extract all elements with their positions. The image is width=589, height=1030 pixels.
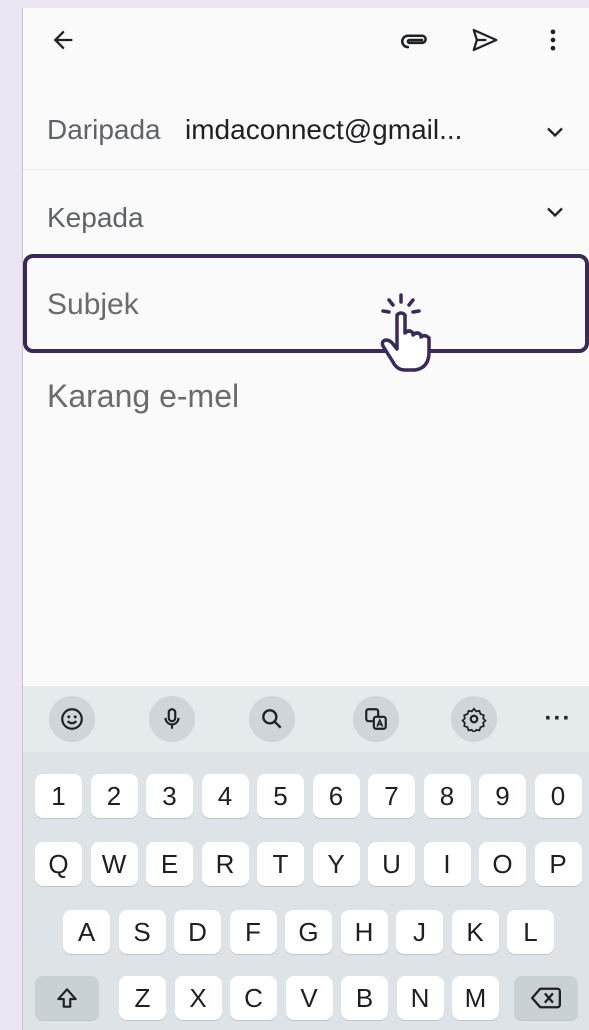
key-b[interactable]: B xyxy=(341,976,388,1020)
key-1[interactable]: 1 xyxy=(35,774,82,818)
from-row[interactable]: Daripada imdaconnect@gmail... xyxy=(23,94,589,170)
key-d[interactable]: D xyxy=(174,910,221,954)
chevron-down-icon[interactable] xyxy=(541,198,569,226)
key-8[interactable]: 8 xyxy=(423,774,471,818)
key-o[interactable]: O xyxy=(479,842,526,886)
on-screen-keyboard: ··· 1234567890 QWERTYUIOP ASDFGHJKL ZXCVBNM xyxy=(23,686,589,1030)
key-j[interactable]: J xyxy=(396,910,443,954)
key-3[interactable]: 3 xyxy=(146,774,193,818)
key-t[interactable]: T xyxy=(257,842,304,886)
more-horiz-icon[interactable]: ··· xyxy=(535,696,581,742)
key-x[interactable]: X xyxy=(174,976,222,1020)
to-label: Kepada xyxy=(47,202,144,233)
key-i[interactable]: I xyxy=(423,842,471,886)
key-w[interactable]: W xyxy=(90,842,138,886)
search-icon[interactable] xyxy=(249,696,295,742)
key-5[interactable]: 5 xyxy=(257,774,304,818)
send-icon[interactable] xyxy=(465,20,505,60)
key-7[interactable]: 7 xyxy=(368,774,415,818)
key-2[interactable]: 2 xyxy=(90,774,138,818)
backspace-key[interactable] xyxy=(514,976,578,1020)
key-6[interactable]: 6 xyxy=(312,774,360,818)
key-r[interactable]: R xyxy=(201,842,249,886)
key-c[interactable]: C xyxy=(230,976,277,1020)
key-m[interactable]: M xyxy=(452,976,499,1020)
shift-icon xyxy=(57,988,77,1008)
key-l[interactable]: L xyxy=(507,910,554,954)
tap-hand-icon xyxy=(380,293,431,372)
key-a[interactable]: A xyxy=(63,910,110,954)
key-f[interactable]: F xyxy=(229,910,277,954)
settings-icon[interactable] xyxy=(451,696,497,742)
compose-toolbar xyxy=(23,8,589,72)
key-q[interactable]: Q xyxy=(35,842,82,886)
to-row[interactable]: Kepada xyxy=(23,170,589,250)
arrow-left-icon[interactable] xyxy=(43,20,83,60)
body-placeholder[interactable]: Karang e-mel xyxy=(47,378,239,415)
chevron-down-icon[interactable] xyxy=(541,118,569,146)
key-9[interactable]: 9 xyxy=(479,774,526,818)
key-g[interactable]: G xyxy=(285,910,332,954)
keyboard-toolbar: ··· xyxy=(23,686,589,752)
from-label: Daripada xyxy=(47,114,161,145)
shift-key[interactable] xyxy=(35,976,99,1020)
key-n[interactable]: N xyxy=(396,976,444,1020)
more-vert-icon[interactable] xyxy=(533,20,573,60)
key-0[interactable]: 0 xyxy=(534,774,582,818)
key-z[interactable]: Z xyxy=(119,976,166,1020)
key-p[interactable]: P xyxy=(534,842,582,886)
key-4[interactable]: 4 xyxy=(201,774,249,818)
phone-screen: Daripada imdaconnect@gmail... Kepada Sub… xyxy=(22,8,589,1030)
translate-icon[interactable] xyxy=(353,696,399,742)
key-y[interactable]: Y xyxy=(312,842,360,886)
subject-field[interactable]: Subjek xyxy=(23,254,589,353)
key-u[interactable]: U xyxy=(368,842,415,886)
key-e[interactable]: E xyxy=(146,842,193,886)
from-value: imdaconnect@gmail... xyxy=(185,114,463,145)
key-s[interactable]: S xyxy=(118,910,166,954)
subject-placeholder: Subjek xyxy=(47,288,139,321)
key-h[interactable]: H xyxy=(340,910,388,954)
mic-icon[interactable] xyxy=(149,696,195,742)
backspace-icon xyxy=(531,987,561,1009)
emoji-icon[interactable] xyxy=(49,696,95,742)
paperclip-icon[interactable] xyxy=(395,20,435,60)
key-v[interactable]: V xyxy=(285,976,333,1020)
key-k[interactable]: K xyxy=(451,910,499,954)
